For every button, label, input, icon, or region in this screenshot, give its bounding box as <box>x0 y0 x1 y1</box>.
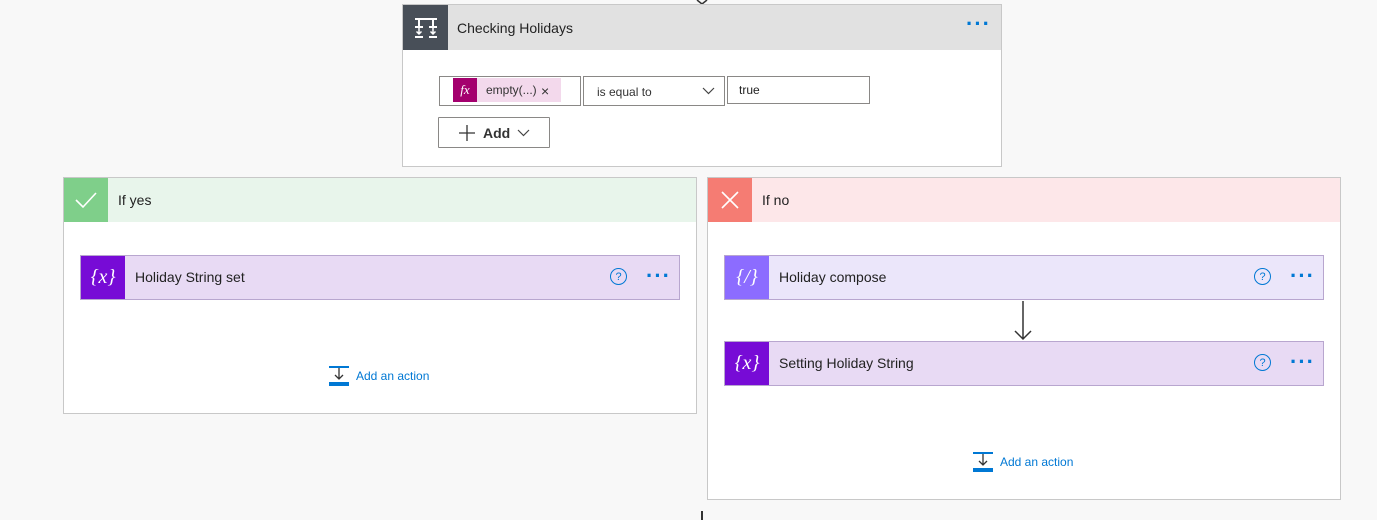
chevron-down-icon <box>702 87 715 95</box>
action-title: Holiday compose <box>779 269 887 285</box>
expression-token-label: empty(...) <box>486 83 537 97</box>
add-an-action-link[interactable]: Add an action <box>328 365 438 387</box>
chevron-down-icon <box>517 129 530 137</box>
action-card-setting-holiday-string[interactable]: {x} Setting Holiday String ? ··· <box>724 341 1324 386</box>
help-icon[interactable]: ? <box>1254 354 1271 371</box>
add-an-action-label: Add an action <box>356 369 430 383</box>
more-options-icon[interactable]: ··· <box>646 265 671 287</box>
condition-value-input[interactable]: true <box>727 76 870 104</box>
more-options-icon[interactable]: ··· <box>966 13 991 35</box>
add-an-action-label: Add an action <box>1000 455 1074 469</box>
action-card-holiday-compose[interactable]: {/} Holiday compose ? ··· <box>724 255 1324 300</box>
action-card-holiday-string-set[interactable]: {x} Holiday String set ? ··· <box>80 255 680 300</box>
branch-if-yes: If yes {x} Holiday String set ? ··· Add … <box>63 177 697 414</box>
variable-icon: {x} <box>81 256 125 299</box>
add-row-button[interactable]: Add <box>438 117 550 148</box>
remove-token-icon[interactable]: × <box>541 78 549 104</box>
connector-arrow-icon <box>1014 301 1032 341</box>
condition-card: Checking Holidays ··· fx empty(...) × is… <box>402 4 1002 167</box>
operator-selected-value: is equal to <box>597 85 652 99</box>
branch-yes-title: If yes <box>118 192 152 208</box>
close-icon <box>708 178 752 222</box>
compose-icon: {/} <box>725 256 769 299</box>
help-icon[interactable]: ? <box>1254 268 1271 285</box>
branch-no-title: If no <box>762 192 790 208</box>
more-options-icon[interactable]: ··· <box>1290 351 1315 373</box>
condition-left-operand[interactable]: fx empty(...) × <box>439 76 581 106</box>
connector-line-bottom <box>701 511 703 520</box>
add-an-action-link[interactable]: Add an action <box>972 451 1082 473</box>
action-title: Holiday String set <box>135 269 245 285</box>
help-icon[interactable]: ? <box>610 268 627 285</box>
expression-fx-icon: fx <box>453 78 477 102</box>
plus-icon <box>459 125 475 141</box>
branch-yes-header[interactable]: If yes <box>64 178 696 222</box>
variable-icon: {x} <box>725 342 769 385</box>
condition-value-text: true <box>739 83 760 97</box>
action-title: Setting Holiday String <box>779 355 914 371</box>
condition-header[interactable]: Checking Holidays ··· <box>403 5 1001 50</box>
operator-dropdown[interactable]: is equal to <box>583 76 725 106</box>
add-action-icon <box>973 452 993 472</box>
condition-icon <box>403 5 448 50</box>
more-options-icon[interactable]: ··· <box>1290 265 1315 287</box>
expression-token[interactable]: fx empty(...) × <box>453 78 561 102</box>
condition-title: Checking Holidays <box>457 20 573 36</box>
branch-no-header[interactable]: If no <box>708 178 1340 222</box>
add-action-icon <box>329 366 349 386</box>
add-button-label: Add <box>483 125 511 141</box>
checkmark-icon <box>64 178 108 222</box>
